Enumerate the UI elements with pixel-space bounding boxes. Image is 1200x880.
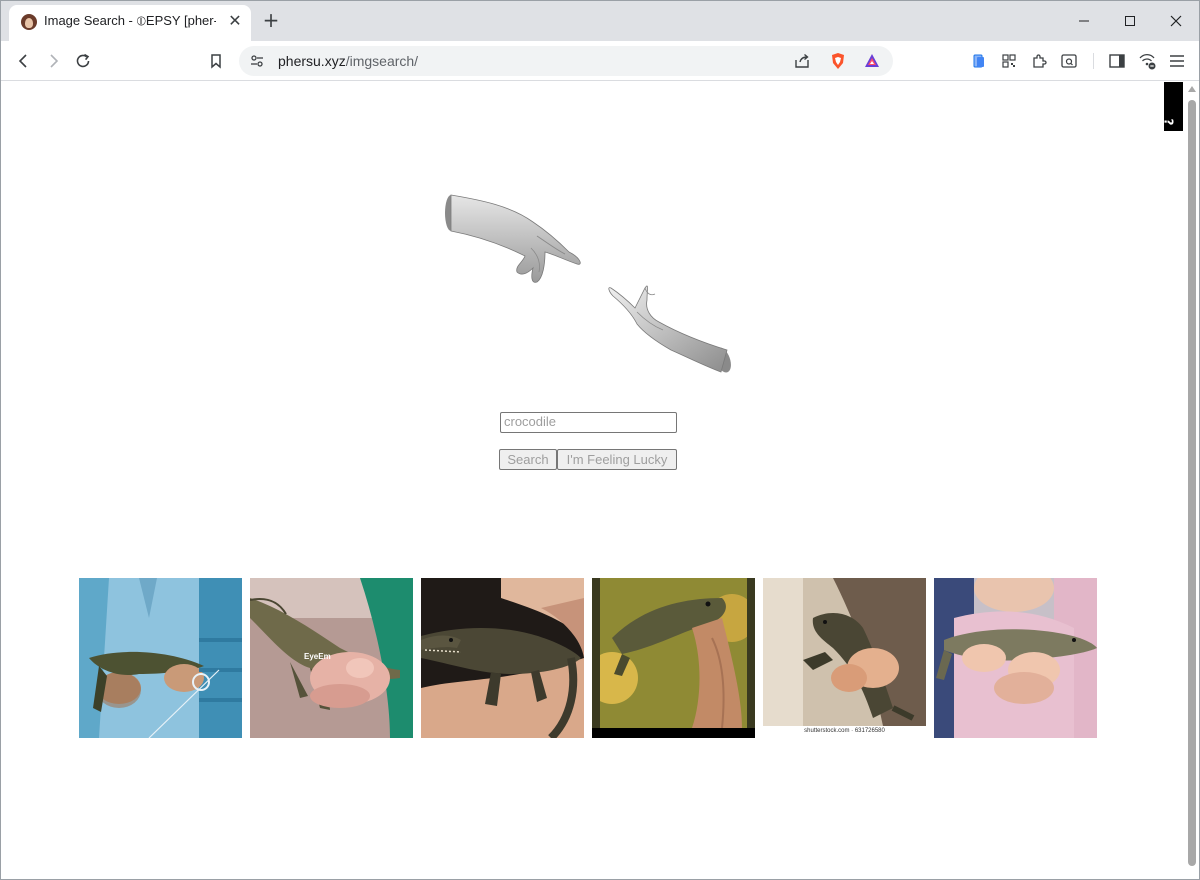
- tab-title: Image Search - ⦶EPSY [pher-su:]: [44, 13, 216, 28]
- tab-search-icon[interactable]: [1055, 47, 1083, 75]
- url-text[interactable]: phersu.xyz/imgsearch/: [278, 53, 418, 69]
- scroll-thumb[interactable]: [1188, 100, 1196, 866]
- sidebar-icon[interactable]: [1103, 47, 1131, 75]
- site-settings-icon[interactable]: [249, 53, 265, 73]
- new-tab-button[interactable]: +: [259, 9, 283, 33]
- scroll-up-arrow-icon[interactable]: [1188, 86, 1196, 92]
- site-favicon-icon: [21, 14, 37, 30]
- brave-rewards-icon[interactable]: [863, 52, 881, 74]
- browser-toolbar: phersu.xyz/imgsearch/: [1, 41, 1199, 81]
- feeling-lucky-button[interactable]: I'm Feeling Lucky: [557, 449, 677, 470]
- extensions-icon[interactable]: [1025, 47, 1053, 75]
- search-input[interactable]: crocodile: [500, 412, 677, 433]
- close-window-icon[interactable]: [1153, 1, 1199, 41]
- page-scrollbar[interactable]: [1185, 82, 1199, 879]
- corner-help-label: ?: [1161, 118, 1176, 126]
- image-results: EyeEm shutterstock.com · 631726580: [79, 578, 1099, 738]
- page-content: crocodile Search I'm Feeling Lucky EyeEm…: [1, 82, 1185, 879]
- result-image-5[interactable]: shutterstock.com · 631726580: [763, 578, 926, 738]
- back-icon[interactable]: [10, 47, 38, 75]
- address-bar[interactable]: phersu.xyz/imgsearch/: [239, 46, 893, 76]
- hands-illustration: [445, 194, 731, 373]
- wallet-icon[interactable]: [965, 47, 993, 75]
- qr-code-icon[interactable]: [995, 47, 1023, 75]
- url-path: /imgsearch/: [345, 53, 419, 69]
- reload-icon[interactable]: [69, 47, 97, 75]
- minimize-icon[interactable]: [1061, 1, 1107, 41]
- result-image-3[interactable]: [421, 578, 584, 738]
- share-icon[interactable]: [793, 52, 811, 74]
- search-button[interactable]: Search: [499, 449, 557, 470]
- result-image-1[interactable]: [79, 578, 242, 738]
- tab-strip: Image Search - ⦶EPSY [pher-su:] ✕ +: [1, 1, 1199, 41]
- tab-image-search[interactable]: Image Search - ⦶EPSY [pher-su:] ✕: [9, 5, 251, 41]
- result-5-watermark: shutterstock.com · 631726580: [804, 728, 885, 734]
- bookmark-icon[interactable]: [202, 47, 230, 75]
- maximize-icon[interactable]: [1107, 1, 1153, 41]
- vpn-icon[interactable]: [1133, 47, 1161, 75]
- result-2-watermark: EyeEm: [304, 652, 331, 661]
- tab-close-icon[interactable]: ✕: [225, 11, 245, 31]
- result-image-6[interactable]: [934, 578, 1097, 738]
- result-image-4[interactable]: [592, 578, 755, 738]
- browser-window: Image Search - ⦶EPSY [pher-su:] ✕ +: [0, 0, 1200, 880]
- brave-shields-icon[interactable]: [829, 52, 847, 74]
- forward-icon[interactable]: [39, 47, 67, 75]
- corner-help-tab[interactable]: ?: [1161, 82, 1183, 131]
- result-image-2[interactable]: EyeEm: [250, 578, 413, 738]
- menu-icon[interactable]: [1163, 47, 1191, 75]
- url-host: phersu.xyz: [278, 53, 346, 69]
- toolbar-divider: [1093, 53, 1094, 69]
